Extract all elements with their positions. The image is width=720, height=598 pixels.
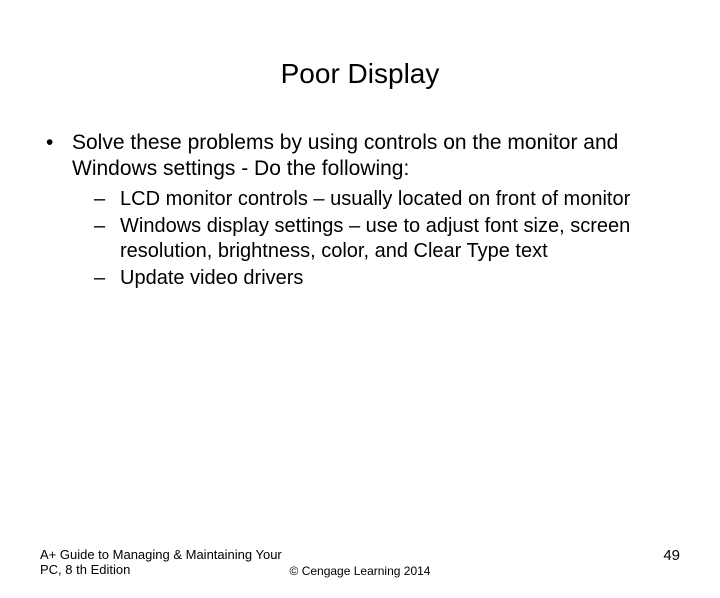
sub-bullet-text: Windows display settings – use to adjust… (120, 215, 630, 262)
footer-copyright: © Cengage Learning 2014 (0, 564, 720, 578)
sub-bullet: Windows display settings – use to adjust… (72, 214, 680, 264)
bullet-list-level1: Solve these problems by using controls o… (40, 130, 680, 291)
slide-content: Solve these problems by using controls o… (0, 130, 720, 291)
page-number: 49 (663, 547, 680, 564)
slide: Poor Display Solve these problems by usi… (0, 58, 720, 598)
bullet-main: Solve these problems by using controls o… (40, 130, 680, 291)
bullet-list-level2: LCD monitor controls – usually located o… (72, 187, 680, 291)
slide-title: Poor Display (0, 58, 720, 90)
sub-bullet-text: Update video drivers (120, 267, 303, 289)
sub-bullet: LCD monitor controls – usually located o… (72, 187, 680, 212)
sub-bullet: Update video drivers (72, 266, 680, 291)
sub-bullet-text: LCD monitor controls – usually located o… (120, 188, 630, 210)
bullet-main-text: Solve these problems by using controls o… (72, 131, 618, 180)
